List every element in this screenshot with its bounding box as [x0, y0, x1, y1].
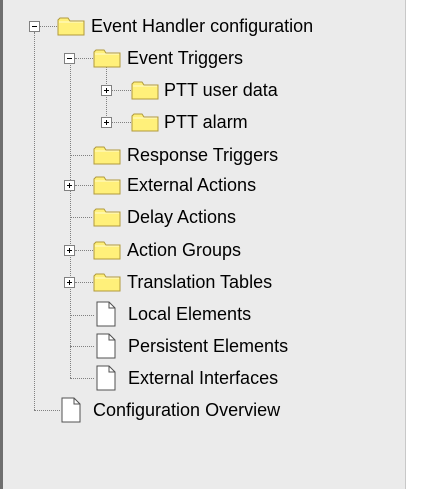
folder-icon — [93, 146, 121, 165]
folder-icon — [93, 273, 121, 292]
tree-node-label: External Interfaces — [128, 368, 279, 388]
tree-node-label: Action Groups — [127, 240, 242, 260]
expand-toggle[interactable] — [64, 180, 75, 191]
folder-icon — [93, 208, 121, 227]
folder-icon — [131, 113, 159, 132]
tree-node-action-groups[interactable]: Action Groups — [0, 234, 400, 266]
tree-node-label: Translation Tables — [127, 272, 273, 292]
tree-node-label: Event Handler configuration — [91, 16, 314, 36]
collapse-toggle[interactable] — [64, 53, 75, 64]
tree-node-label: Response Triggers — [127, 145, 279, 165]
minus-sign — [67, 58, 72, 59]
tree-node-delay-actions[interactable]: Delay Actions — [0, 201, 400, 233]
folder-icon — [93, 241, 121, 260]
configuration-tree: Event Handler configuration Event Trigge… — [0, 0, 405, 489]
expand-toggle[interactable] — [101, 85, 112, 96]
tree-node-event-triggers[interactable]: Event Triggers — [0, 42, 400, 74]
folder-icon — [131, 81, 159, 100]
document-icon — [61, 397, 81, 423]
folder-icon — [93, 176, 121, 195]
document-icon — [96, 301, 116, 327]
tree-node-ptt-user-data[interactable]: PTT user data — [0, 74, 400, 106]
tree-node-external-actions[interactable]: External Actions — [0, 169, 400, 201]
plus-sign — [106, 88, 107, 93]
tree-node-label: External Actions — [127, 175, 257, 195]
folder-icon — [93, 49, 121, 68]
collapse-toggle[interactable] — [29, 21, 40, 32]
tree-node-translation-tables[interactable]: Translation Tables — [0, 266, 400, 298]
plus-sign — [69, 183, 70, 188]
tree-node-label: PTT alarm — [164, 112, 248, 132]
tree-node-persistent-elements[interactable]: Persistent Elements — [0, 330, 400, 362]
folder-icon — [57, 17, 85, 36]
tree-node-local-elements[interactable]: Local Elements — [0, 298, 400, 330]
plus-sign — [106, 120, 107, 125]
tree-node-external-interfaces[interactable]: External Interfaces — [0, 362, 400, 394]
document-icon — [96, 365, 116, 391]
panel-border — [405, 0, 406, 489]
tree-node-label: PTT user data — [164, 80, 278, 100]
expand-toggle[interactable] — [64, 245, 75, 256]
tree-node-event-handler-configuration[interactable]: Event Handler configuration — [0, 10, 400, 42]
expand-toggle[interactable] — [64, 277, 75, 288]
document-icon — [96, 333, 116, 359]
tree-node-response-triggers[interactable]: Response Triggers — [0, 139, 400, 171]
tree-node-label: Configuration Overview — [93, 400, 281, 420]
plus-sign — [69, 248, 70, 253]
tree-node-label: Event Triggers — [127, 48, 244, 68]
expand-toggle[interactable] — [101, 117, 112, 128]
tree-node-label: Persistent Elements — [128, 336, 289, 356]
tree-node-ptt-alarm[interactable]: PTT alarm — [0, 106, 400, 138]
tree-node-configuration-overview[interactable]: Configuration Overview — [0, 394, 400, 426]
plus-sign — [69, 280, 70, 285]
minus-sign — [32, 26, 37, 27]
tree-node-label: Local Elements — [128, 304, 252, 324]
tree-node-label: Delay Actions — [127, 207, 237, 227]
